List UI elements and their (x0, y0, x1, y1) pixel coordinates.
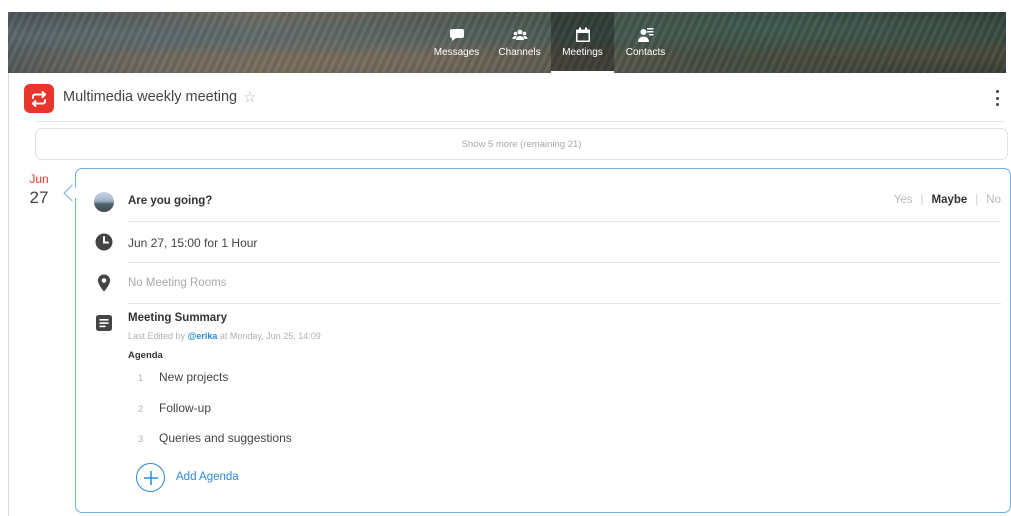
agenda-item-text: New projects (159, 370, 229, 384)
add-agenda-button[interactable] (136, 463, 165, 492)
clock-icon (95, 233, 113, 251)
add-agenda-label[interactable]: Add Agenda (176, 471, 239, 483)
edited-suffix: at Monday, Jun 25, 14:09 (219, 331, 321, 341)
nav-meetings-label: Meetings (562, 47, 603, 58)
messages-icon (449, 29, 464, 41)
repeat-icon (32, 90, 46, 107)
plus-icon (143, 470, 158, 485)
avatar (94, 192, 114, 212)
agenda-item[interactable]: 2 Follow-up (138, 401, 211, 415)
contacts-icon (637, 28, 653, 42)
header-divider (35, 121, 1005, 122)
edited-user-link[interactable]: @erika (188, 331, 218, 341)
agenda-label: Agenda (128, 350, 163, 361)
channels-icon (512, 29, 527, 40)
agenda-item[interactable]: 3 Queries and suggestions (138, 431, 292, 445)
rsvp-yes-button[interactable]: Yes (894, 194, 913, 206)
nav-meetings[interactable]: Meetings (551, 12, 614, 73)
rsvp-maybe-button[interactable]: Maybe (932, 194, 968, 206)
agenda-item[interactable]: 1 New projects (138, 370, 228, 384)
page-title: Multimedia weekly meeting (63, 89, 238, 105)
agenda-item-number: 3 (138, 434, 144, 445)
show-more-button[interactable]: Show 5 more (remaining 21) (35, 128, 1008, 160)
location-pin-icon (95, 274, 113, 292)
row-divider (128, 221, 1001, 222)
rsvp-options: Yes | Maybe | No (894, 194, 1001, 206)
meeting-room: No Meeting Rooms (128, 277, 227, 289)
more-options-icon[interactable] (994, 90, 1000, 106)
summary-title: Meeting Summary (128, 312, 228, 324)
agenda-item-number: 1 (138, 373, 144, 384)
favorite-star-icon[interactable]: ☆ (243, 88, 256, 106)
date-day: 27 (29, 188, 49, 207)
meeting-time: Jun 27, 15:00 for 1 Hour (128, 236, 258, 250)
agenda-item-text: Follow-up (159, 401, 212, 415)
meeting-app-icon (24, 84, 54, 113)
nav-contacts-label: Contacts (625, 47, 666, 58)
rsvp-separator: | (975, 194, 979, 206)
rsvp-no-button[interactable]: No (986, 194, 1001, 206)
row-divider (128, 262, 1001, 263)
row-divider (128, 303, 1001, 304)
meetings-icon (575, 27, 590, 42)
summary-icon (95, 314, 113, 332)
nav-contacts[interactable]: Contacts (614, 12, 677, 73)
header-banner: Messages Channels Meetings Contacts (8, 12, 1006, 73)
left-divider (8, 73, 9, 516)
nav-messages[interactable]: Messages (425, 12, 488, 73)
summary-edited: Last Edited by @erika at Monday, Jun 25,… (128, 331, 321, 341)
nav-channels[interactable]: Channels (488, 12, 551, 73)
main-nav: Messages Channels Meetings Contacts (425, 12, 677, 73)
edited-prefix: Last Edited by (128, 331, 186, 341)
agenda-item-text: Queries and suggestions (159, 431, 292, 445)
nav-messages-label: Messages (433, 47, 480, 58)
agenda-item-number: 2 (138, 404, 144, 415)
date-month: Jun (29, 172, 49, 186)
rsvp-separator: | (920, 194, 924, 206)
rsvp-question: Are you going? (128, 195, 213, 207)
nav-channels-label: Channels (498, 47, 541, 58)
